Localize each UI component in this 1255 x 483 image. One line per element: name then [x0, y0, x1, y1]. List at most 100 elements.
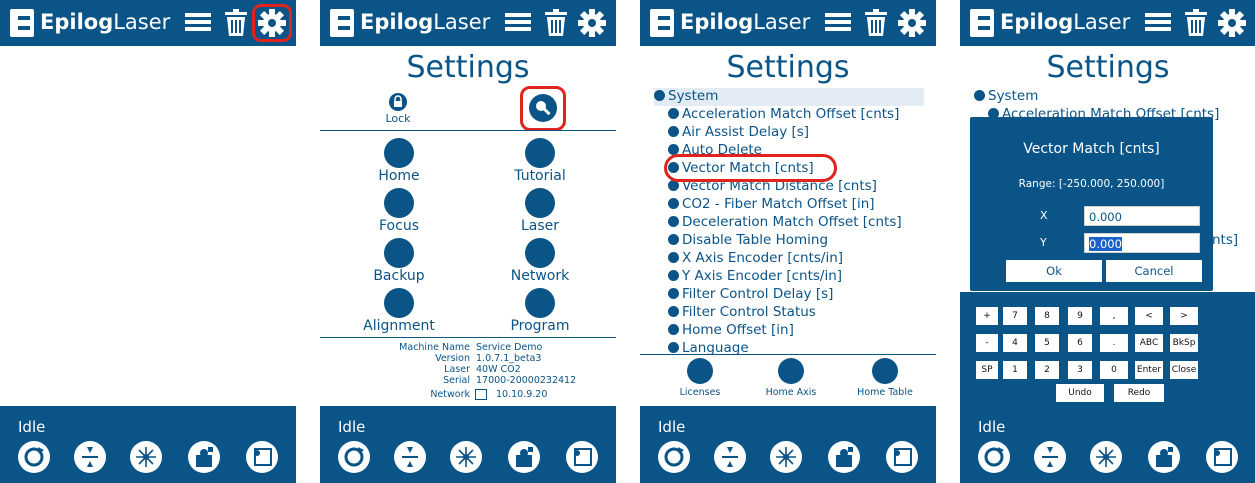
- y-value-input[interactable]: 0.000: [1084, 233, 1200, 253]
- tree-root-system[interactable]: System: [654, 88, 718, 106]
- key-undo[interactable]: Undo: [1056, 384, 1104, 402]
- list-icon[interactable]: [824, 9, 852, 37]
- tree-item[interactable]: Filter Control Delay [s]: [668, 286, 833, 304]
- home-axis-button[interactable]: Home Axis: [746, 387, 836, 398]
- grid-focus-label[interactable]: Focus: [339, 218, 459, 234]
- grid-backup-label[interactable]: Backup: [339, 268, 459, 284]
- tree-item[interactable]: X Axis Encoder [cnts/in]: [668, 250, 843, 268]
- version-value: 1.0.7.1_beta3: [476, 353, 542, 364]
- key-[interactable]: ,: [1100, 307, 1128, 325]
- job-icon[interactable]: [508, 441, 540, 473]
- network-icon[interactable]: [525, 238, 555, 268]
- serial-label: Serial: [443, 375, 470, 386]
- home-table-button[interactable]: Home Table: [840, 387, 930, 398]
- tree-item[interactable]: Air Assist Delay [s]: [668, 124, 809, 142]
- gear-icon[interactable]: [1218, 9, 1246, 37]
- key-8[interactable]: 8: [1035, 307, 1059, 325]
- refresh-icon[interactable]: [338, 441, 370, 473]
- tree-item[interactable]: CO2 - Fiber Match Offset [in]: [668, 196, 875, 214]
- home-icon[interactable]: [384, 138, 414, 168]
- focus-icon[interactable]: [394, 441, 426, 473]
- tree-item[interactable]: Acceleration Match Offset [cnts]: [668, 106, 899, 124]
- refresh-icon[interactable]: [658, 441, 690, 473]
- refresh-icon[interactable]: [18, 441, 50, 473]
- key-bksp[interactable]: BkSp: [1170, 334, 1198, 352]
- key-7[interactable]: 7: [1003, 307, 1027, 325]
- list-icon[interactable]: [184, 9, 212, 37]
- job-icon[interactable]: [188, 441, 220, 473]
- grid-laser-label[interactable]: Laser: [480, 218, 600, 234]
- laser-icon[interactable]: [770, 441, 802, 473]
- focus-icon[interactable]: [384, 188, 414, 218]
- tree-item[interactable]: Deceleration Match Offset [cnts]: [668, 214, 902, 232]
- trash-icon[interactable]: [1182, 9, 1210, 37]
- frame-icon[interactable]: [1206, 441, 1238, 473]
- focus-icon[interactable]: [74, 441, 106, 473]
- trash-icon[interactable]: [542, 9, 570, 37]
- tree-item[interactable]: Filter Control Status: [668, 304, 816, 322]
- frame-icon[interactable]: [886, 441, 918, 473]
- version-label: Version: [435, 353, 470, 364]
- cancel-button[interactable]: Cancel: [1106, 260, 1202, 282]
- laser-icon[interactable]: [1090, 441, 1122, 473]
- key-sp[interactable]: SP: [976, 361, 998, 379]
- key-9[interactable]: 9: [1068, 307, 1092, 325]
- key-3[interactable]: 3: [1068, 361, 1092, 379]
- gear-icon[interactable]: [898, 9, 926, 37]
- laser-icon[interactable]: [450, 441, 482, 473]
- key-1[interactable]: 1: [1003, 361, 1027, 379]
- refresh-icon[interactable]: [978, 441, 1010, 473]
- key-enter[interactable]: Enter: [1135, 361, 1163, 379]
- key-[interactable]: >: [1170, 307, 1198, 325]
- grid-home-label[interactable]: Home: [339, 168, 459, 184]
- trash-icon[interactable]: [862, 9, 890, 37]
- grid-tutorial-label[interactable]: Tutorial: [480, 168, 600, 184]
- focus-icon[interactable]: [1034, 441, 1066, 473]
- alignment-icon[interactable]: [384, 288, 414, 318]
- key-[interactable]: -: [976, 334, 998, 352]
- key-2[interactable]: 2: [1035, 361, 1059, 379]
- job-icon[interactable]: [1148, 441, 1180, 473]
- key-[interactable]: <: [1135, 307, 1163, 325]
- frame-icon[interactable]: [566, 441, 598, 473]
- grid-alignment-label[interactable]: Alignment: [339, 318, 459, 334]
- key-5[interactable]: 5: [1035, 334, 1059, 352]
- lock-icon[interactable]: [388, 92, 408, 112]
- list-icon[interactable]: [1144, 9, 1172, 37]
- home-axis-icon[interactable]: [778, 358, 804, 384]
- frame-icon[interactable]: [246, 441, 278, 473]
- grid-program-label[interactable]: Program: [480, 318, 600, 334]
- key-4[interactable]: 4: [1003, 334, 1027, 352]
- list-icon[interactable]: [504, 9, 532, 37]
- key-abc[interactable]: ABC: [1135, 334, 1163, 352]
- gear-icon[interactable]: [578, 9, 606, 37]
- key-close[interactable]: Close: [1170, 361, 1198, 379]
- licenses-button[interactable]: Licenses: [655, 387, 745, 398]
- ok-button[interactable]: Ok: [1006, 260, 1102, 282]
- x-value-input[interactable]: 0.000: [1084, 206, 1200, 226]
- program-icon[interactable]: [525, 288, 555, 318]
- key-0[interactable]: 0: [1100, 361, 1128, 379]
- backup-icon[interactable]: [384, 238, 414, 268]
- trash-icon[interactable]: [222, 9, 250, 37]
- key-redo[interactable]: Redo: [1114, 384, 1164, 402]
- laser-icon[interactable]: [130, 441, 162, 473]
- home-table-icon[interactable]: [872, 358, 898, 384]
- system-settings-tree: System Acceleration Match Offset [cnts] …: [654, 88, 926, 354]
- licenses-icon[interactable]: [687, 358, 713, 384]
- key-6[interactable]: 6: [1068, 334, 1092, 352]
- tree-item[interactable]: Y Axis Encoder [cnts/in]: [668, 268, 842, 286]
- laser-icon[interactable]: [525, 188, 555, 218]
- tree-item[interactable]: Disable Table Homing: [668, 232, 828, 250]
- machine-name-label: Machine Name: [399, 342, 470, 353]
- job-icon[interactable]: [828, 441, 860, 473]
- tree-root-system[interactable]: System: [974, 88, 1038, 106]
- tutorial-icon[interactable]: [525, 138, 555, 168]
- tree-item[interactable]: Language: [668, 340, 749, 354]
- focus-icon[interactable]: [714, 441, 746, 473]
- key-[interactable]: +: [976, 307, 998, 325]
- footer-divider: [640, 354, 936, 355]
- grid-network-label[interactable]: Network: [480, 268, 600, 284]
- key-[interactable]: .: [1100, 334, 1128, 352]
- tree-item[interactable]: Home Offset [in]: [668, 322, 794, 340]
